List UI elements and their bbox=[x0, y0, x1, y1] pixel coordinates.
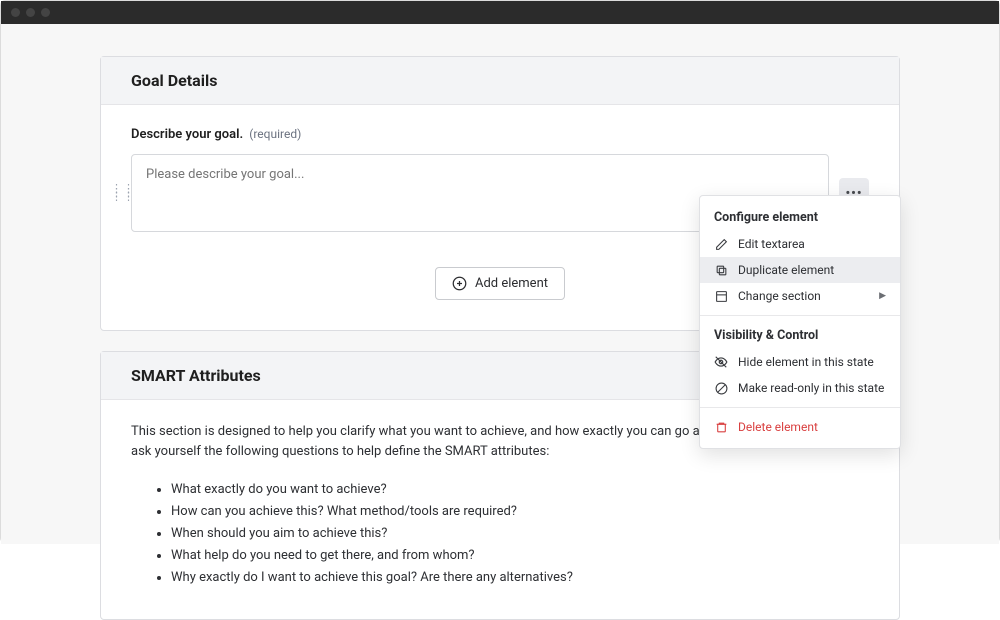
required-label: (required) bbox=[249, 127, 301, 141]
list-item: What help do you need to get there, and … bbox=[171, 545, 869, 567]
menu-item-label: Hide element in this state bbox=[738, 355, 874, 369]
menu-item-label: Make read-only in this state bbox=[738, 381, 884, 395]
dropdown-separator bbox=[700, 315, 900, 316]
pencil-icon bbox=[714, 237, 728, 251]
menu-item-readonly[interactable]: Make read-only in this state bbox=[700, 375, 900, 401]
add-element-label: Add element bbox=[475, 276, 548, 291]
smart-bullets: What exactly do you want to achieve? How… bbox=[131, 479, 869, 589]
describe-goal-label: Describe your goal. (required) bbox=[131, 127, 869, 142]
traffic-light-maximize[interactable] bbox=[41, 8, 50, 17]
chevron-right-icon: ▶ bbox=[879, 291, 886, 301]
menu-item-duplicate[interactable]: Duplicate element bbox=[700, 257, 900, 283]
menu-item-label: Delete element bbox=[738, 420, 818, 434]
list-item: When should you aim to achieve this? bbox=[171, 523, 869, 545]
traffic-light-minimize[interactable] bbox=[26, 8, 35, 17]
list-item: What exactly do you want to achieve? bbox=[171, 479, 869, 501]
menu-item-label: Duplicate element bbox=[738, 263, 834, 277]
goal-details-header: Goal Details bbox=[101, 57, 899, 105]
dropdown-separator bbox=[700, 407, 900, 408]
menu-item-hide[interactable]: Hide element in this state bbox=[700, 349, 900, 375]
section-icon bbox=[714, 289, 728, 303]
eye-off-icon bbox=[714, 355, 728, 369]
goal-details-title: Goal Details bbox=[131, 71, 869, 90]
menu-item-delete[interactable]: Delete element bbox=[700, 414, 900, 440]
plus-circle-icon bbox=[452, 276, 467, 291]
describe-goal-label-text: Describe your goal. bbox=[131, 127, 243, 142]
dropdown-group-title: Configure element bbox=[700, 204, 900, 231]
menu-item-change-section[interactable]: Change section ▶ bbox=[700, 283, 900, 309]
menu-item-label: Change section bbox=[738, 289, 821, 303]
add-element-button[interactable]: Add element bbox=[435, 267, 565, 300]
window-titlebar bbox=[1, 1, 999, 24]
menu-item-label: Edit textarea bbox=[738, 237, 805, 251]
list-item: How can you achieve this? What method/to… bbox=[171, 501, 869, 523]
block-icon bbox=[714, 381, 728, 395]
drag-handle-icon[interactable]: ⋮⋮⋮⋮⋮⋮ bbox=[111, 187, 121, 199]
list-item: Why exactly do I want to achieve this go… bbox=[171, 567, 869, 589]
dropdown-group-title: Visibility & Control bbox=[700, 322, 900, 349]
trash-icon bbox=[714, 420, 728, 434]
traffic-light-close[interactable] bbox=[11, 8, 20, 17]
element-options-dropdown: Configure element Edit textarea Duplicat… bbox=[699, 195, 901, 449]
duplicate-icon bbox=[714, 263, 728, 277]
menu-item-edit-textarea[interactable]: Edit textarea bbox=[700, 231, 900, 257]
